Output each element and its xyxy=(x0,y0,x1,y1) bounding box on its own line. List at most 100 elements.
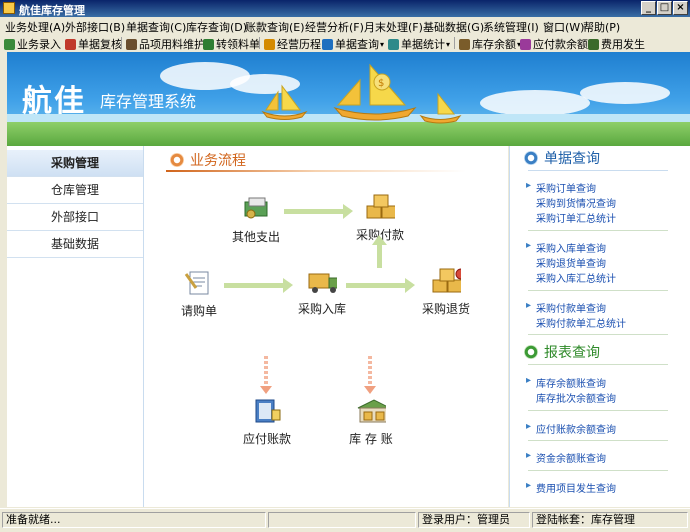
sidebar-item-external[interactable]: 外部接口 xyxy=(7,204,143,231)
divider xyxy=(528,364,668,365)
doc-query-title-text: 单据查询 xyxy=(544,151,600,167)
flow-node-label: 其他支出 xyxy=(231,230,280,244)
window-title: 航佳库存管理 xyxy=(19,4,85,17)
triangle-icon: ▸ xyxy=(526,375,532,386)
flow-arrow xyxy=(284,204,353,219)
report-query-title: 报表查询 xyxy=(524,342,600,362)
toolbar-doc-stats-button[interactable]: 单据统计 ▾ xyxy=(388,36,450,52)
minimize-button[interactable]: _ xyxy=(641,1,656,15)
sidebar-item-purchase[interactable]: 采购管理 xyxy=(7,150,143,177)
toolbar-separator xyxy=(259,37,260,49)
flow-node-inventory-account[interactable]: 库 存 账 xyxy=(340,398,402,447)
triangle-icon: ▸ xyxy=(526,421,532,432)
divider xyxy=(528,440,668,441)
chevron-down-icon: ▾ xyxy=(380,39,385,49)
divider xyxy=(528,170,668,171)
sidebar-item-warehouse[interactable]: 仓库管理 xyxy=(7,177,143,204)
sailboat-icon xyxy=(261,84,308,120)
menu-window[interactable]: 窗口(W) xyxy=(543,19,584,35)
check-icon xyxy=(65,38,76,50)
toolbar-label: 品项用料维护 xyxy=(139,38,205,51)
toolbar-stock-balance-button[interactable]: 库存余额 ▾ xyxy=(459,36,521,52)
toolbar-transfer-button[interactable]: 转领料单 xyxy=(203,36,260,52)
triangle-icon: ▸ xyxy=(526,480,532,491)
toolbar-doc-query-button[interactable]: 单据查询 ▾ xyxy=(322,36,384,52)
toolbar-payable-button[interactable]: 应付款余额 xyxy=(520,36,588,52)
status-user: 登录用户：管理员 xyxy=(418,512,530,528)
report-query-title-text: 报表查询 xyxy=(544,345,600,361)
menu-stock-query[interactable]: 库存查询(D) xyxy=(186,19,247,35)
divider xyxy=(166,170,466,172)
link-receipt-summary[interactable]: 采购入库汇总统计 xyxy=(536,270,616,285)
toolbar-label: 单据查询 xyxy=(335,38,379,51)
link-payable-balance[interactable]: ▸ 应付账款余额查询 xyxy=(526,421,616,436)
menu-doc-query[interactable]: 单据查询(C) xyxy=(126,19,186,35)
status-blank xyxy=(268,512,416,528)
link-text: 库存批次余额查询 xyxy=(536,394,616,405)
flow-node-label: 采购退货 xyxy=(421,302,470,316)
flow-title-text: 业务流程 xyxy=(190,153,246,169)
transfer-icon xyxy=(203,38,214,50)
link-text: 采购付款单汇总统计 xyxy=(536,319,626,330)
maximize-button[interactable]: □ xyxy=(657,1,672,15)
circle-icon xyxy=(170,153,184,167)
flow-node-other-expense[interactable]: 其他支出 xyxy=(226,196,286,245)
toolbar-history-button[interactable]: 经营历程 xyxy=(264,36,321,52)
link-text: 应付账款余额查询 xyxy=(536,425,616,436)
link-text: 采购到货情况查询 xyxy=(536,199,616,210)
menu-analysis[interactable]: 经营分析(F) xyxy=(305,19,364,35)
toolbar-material-button[interactable]: 品项用料维护 xyxy=(126,36,205,52)
menu-month-end[interactable]: 月末处理(F) xyxy=(364,19,423,35)
divider xyxy=(528,470,668,471)
toolbar-label: 转领料单 xyxy=(216,38,260,51)
link-expense-query[interactable]: ▸ 费用项目发生查询 xyxy=(526,480,616,495)
menu-system[interactable]: 系统管理(I) xyxy=(483,19,539,35)
link-po-summary[interactable]: 采购订单汇总统计 xyxy=(536,210,616,225)
gear-icon xyxy=(4,38,15,50)
divider xyxy=(528,334,668,335)
svg-text:$: $ xyxy=(378,78,384,89)
menu-help[interactable]: 帮助(P) xyxy=(583,19,620,35)
close-button[interactable]: × xyxy=(673,1,688,15)
flow-node-purchase-return[interactable]: 采购退货 xyxy=(414,268,478,317)
link-return-query[interactable]: 采购退货单查询 xyxy=(536,255,606,270)
flow-node-purchase-receipt[interactable]: 采购入库 xyxy=(290,268,354,317)
link-receipt-query[interactable]: ▸ 采购入库单查询 xyxy=(526,240,606,255)
toolbar-separator xyxy=(454,37,455,49)
doc-query-title: 单据查询 xyxy=(524,148,600,168)
flow-node-payable-account[interactable]: 应付账款 xyxy=(236,398,298,447)
toolbar: 业务录入 单据复核 品项用料维护 转领料单 经营历程 单据查询 ▾ 单据统计 ▾ 库… xyxy=(0,34,690,53)
wallet-icon xyxy=(244,197,268,219)
flow-node-requisition[interactable]: 请购单 xyxy=(172,270,226,319)
menu-base-data[interactable]: 基础数据(G) xyxy=(423,19,484,35)
link-text: 采购订单汇总统计 xyxy=(536,214,616,225)
toolbar-label: 经营历程 xyxy=(277,38,321,51)
sidebar-item-base-data[interactable]: 基础数据 xyxy=(7,231,143,258)
link-batch-balance[interactable]: 库存批次余额查询 xyxy=(536,390,616,405)
query-panel: 单据查询 ▸ 采购订单查询 采购到货情况查询 采购订单汇总统计 ▸ 采购入库单查询 … xyxy=(509,146,690,507)
link-payment-summary[interactable]: 采购付款单汇总统计 xyxy=(536,315,626,330)
app-icon xyxy=(3,2,15,14)
flow-node-label: 库 存 账 xyxy=(349,432,393,446)
link-payment-query[interactable]: ▸ 采购付款单查询 xyxy=(526,300,606,315)
document-edit-icon xyxy=(184,271,209,295)
menu-account-query[interactable]: 账款查询(E) xyxy=(245,19,305,35)
link-stock-balance[interactable]: ▸ 库存余额账查询 xyxy=(526,375,606,390)
warehouse-icon xyxy=(357,399,391,423)
status-ready: 准备就绪... xyxy=(2,512,266,528)
list-icon xyxy=(126,38,137,50)
link-arrival-query[interactable]: 采购到货情况查询 xyxy=(536,195,616,210)
toolbar-expense-button[interactable]: 费用发生 xyxy=(588,36,645,52)
flow-arrow xyxy=(224,278,293,293)
link-po-query[interactable]: ▸ 采购订单查询 xyxy=(526,180,596,195)
toolbar-label: 单据统计 xyxy=(401,38,445,51)
triangle-icon: ▸ xyxy=(526,450,532,461)
toolbar-review-button[interactable]: 单据复核 xyxy=(65,36,122,52)
menu-business[interactable]: 业务处理(A) xyxy=(5,19,65,35)
money-icon xyxy=(588,38,599,50)
flow-arrow xyxy=(372,235,387,268)
toolbar-entry-button[interactable]: 业务录入 xyxy=(4,36,61,52)
status-account: 登陆帐套：库存管理 xyxy=(532,512,688,528)
link-fund-balance[interactable]: ▸ 资金余额账查询 xyxy=(526,450,606,465)
menu-external[interactable]: 外部接口(B) xyxy=(65,19,125,35)
